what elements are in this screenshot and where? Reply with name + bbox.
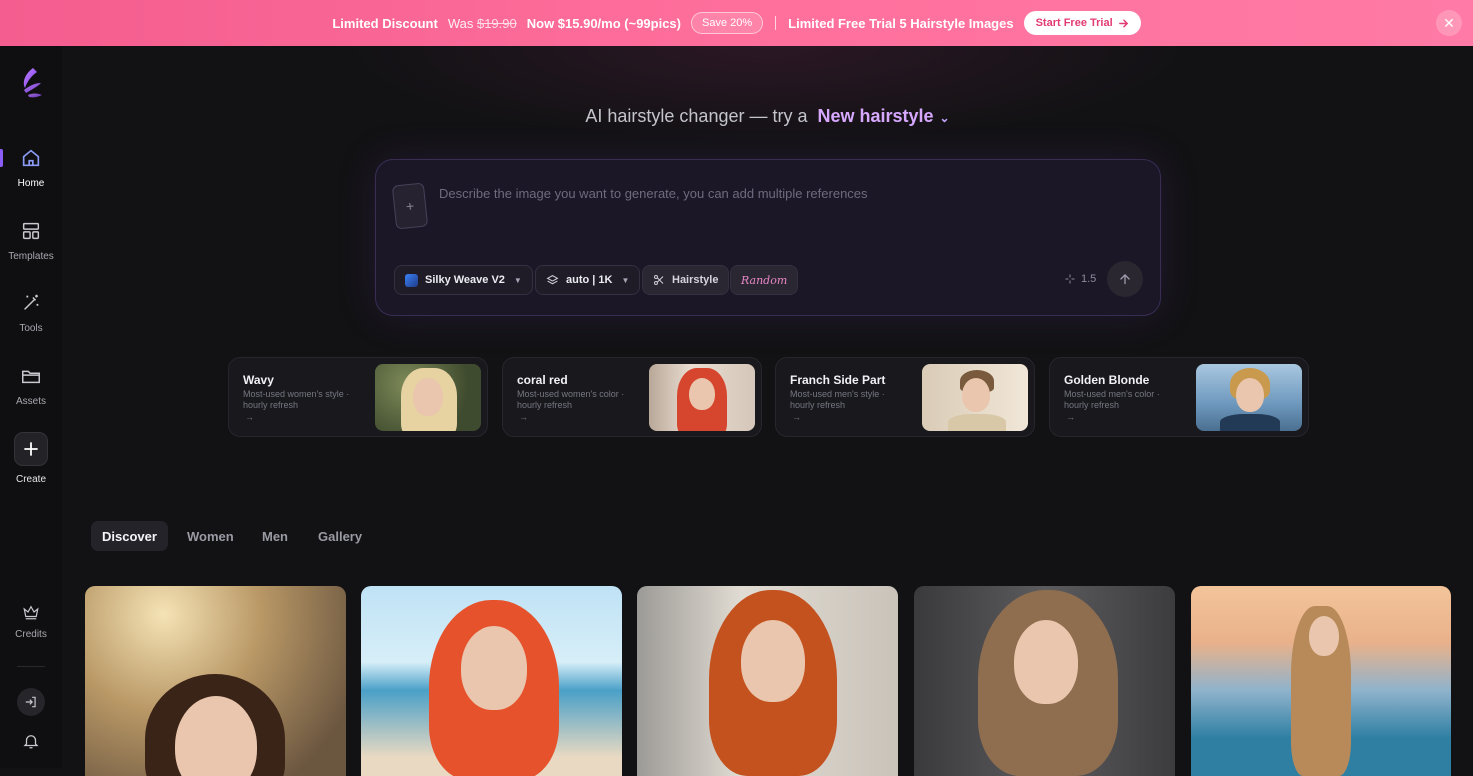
save-badge: Save 20% [691,12,764,34]
home-icon [22,149,40,167]
model-logo-icon [405,273,418,287]
arrow-up-icon [1120,274,1130,285]
featured-subtitle: Most-used women's style · hourly refresh [243,389,350,410]
random-button[interactable]: Random [730,265,799,295]
now-price: Now $15.90/mo (~99pics) [526,15,681,31]
login-icon [25,696,36,708]
prompt-box: + Silky Weave V2 ▼ auto | 1K ▼ Hairstyle… [375,159,1161,316]
sidebar-item-create[interactable]: Create [0,432,62,485]
chevron-down-icon: ▼ [513,275,522,285]
hairstyle-selector-label: New hairstyle [817,106,934,126]
featured-subtitle: Most-used men's style · hourly refresh [790,389,885,410]
featured-card-coral-red[interactable]: coral red Most-used women's color · hour… [502,357,762,437]
folder-icon [22,370,40,384]
model-selector[interactable]: Silky Weave V2 ▼ [394,265,533,295]
bell-icon[interactable] [22,732,40,750]
featured-card-wavy[interactable]: Wavy Most-used women's style · hourly re… [228,357,488,437]
sidebar-divider [17,666,45,667]
app-logo-icon[interactable] [19,66,45,100]
magic-wand-icon [24,294,39,310]
gallery-card[interactable] [1191,586,1451,776]
crown-icon [23,605,39,620]
banner-close-button[interactable]: ✕ [1436,10,1462,36]
was-price: $19.90 [476,15,517,31]
sparkle-icon [1065,274,1075,284]
gallery-card[interactable] [361,586,622,776]
featured-card-franch-side-part[interactable]: Franch Side Part Most-used men's style ·… [775,357,1035,437]
featured-card-golden-blonde[interactable]: Golden Blonde Most-used men's color · ho… [1049,357,1309,437]
featured-subtitle: Most-used men's color · hourly refresh [1064,389,1160,410]
hairstyle-button[interactable]: Hairstyle [642,265,730,295]
featured-title: coral red [517,373,568,387]
sidebar: Home Templates Tools Assets Create Credi… [0,46,62,768]
plus-icon: + [405,197,415,215]
gallery-card[interactable] [637,586,898,776]
generate-button[interactable] [1107,261,1143,297]
add-reference-button[interactable]: + [391,182,429,230]
limited-discount-label: Limited Discount [332,15,438,31]
chevron-down-icon: ▼ [621,275,630,285]
model-label: Silky Weave V2 [425,274,505,286]
tab-women[interactable]: Women [176,521,245,551]
featured-title: Wavy [243,373,274,387]
prompt-input[interactable] [439,186,1099,201]
featured-thumbnail [922,364,1028,431]
featured-thumbnail [375,364,481,431]
start-free-trial-label: Start Free Trial [1035,17,1113,29]
sidebar-item-label: Credits [15,629,47,640]
hairstyle-selector[interactable]: New hairstyle ⌄ [817,106,949,126]
size-selector[interactable]: auto | 1K ▼ [535,265,641,295]
arrow-right-icon: → [792,412,801,422]
featured-thumbnail [1196,364,1302,431]
arrow-right-icon: → [519,412,528,422]
featured-subtitle: Most-used women's color · hourly refresh [517,389,625,410]
banner-divider [775,16,777,30]
size-label: auto | 1K [566,274,613,286]
featured-title: Golden Blonde [1064,373,1150,387]
sidebar-item-templates[interactable]: Templates [0,220,62,262]
was-price-label: Was $19.90 [448,16,517,31]
tab-men[interactable]: Men [251,521,299,551]
arrow-right-icon: → [1066,412,1075,422]
featured-thumbnail [649,364,755,431]
arrow-right-icon [1118,19,1128,27]
credit-cost-value: 1.5 [1081,273,1097,285]
tab-discover[interactable]: Discover [91,521,168,551]
was-label: Was [447,15,474,31]
sidebar-item-label: Templates [8,251,54,262]
gallery-card[interactable] [914,586,1175,776]
featured-title: Franch Side Part [790,373,886,387]
layers-icon [546,274,559,284]
login-button[interactable] [17,688,45,716]
close-icon: ✕ [1443,14,1455,31]
scissors-icon [654,275,664,285]
sidebar-item-label: Assets [15,396,46,407]
free-trial-text: Limited Free Trial 5 Hairstyle Images [788,15,1014,31]
promo-banner: Limited Discount Was $19.90 Now $15.90/m… [0,0,1473,46]
create-button[interactable] [14,432,48,466]
chevron-down-icon: ⌄ [939,111,950,125]
sidebar-item-home[interactable]: Home [0,147,62,189]
sidebar-item-assets[interactable]: Assets [0,365,62,407]
hero-headline: AI hairstyle changer — try a New hairstyl… [62,106,1473,127]
hero-prefix: AI hairstyle changer — try a [585,106,808,126]
start-free-trial-button[interactable]: Start Free Trial [1023,11,1141,35]
sidebar-item-label: Home [17,178,45,189]
hairstyle-label: Hairstyle [672,274,719,286]
sidebar-item-label: Tools [19,323,43,334]
arrow-right-icon: → [245,412,254,422]
sidebar-item-credits[interactable]: Credits [0,603,62,640]
tab-gallery[interactable]: Gallery [307,521,373,551]
credit-cost: 1.5 [1064,273,1096,285]
main-content: AI hairstyle changer — try a New hairstyl… [62,46,1473,776]
plus-icon [24,442,38,456]
sidebar-item-label: Create [15,474,46,485]
gallery-card[interactable] [85,586,346,776]
templates-icon [22,222,40,240]
random-label: Random [741,273,788,287]
sidebar-item-tools[interactable]: Tools [0,292,62,334]
